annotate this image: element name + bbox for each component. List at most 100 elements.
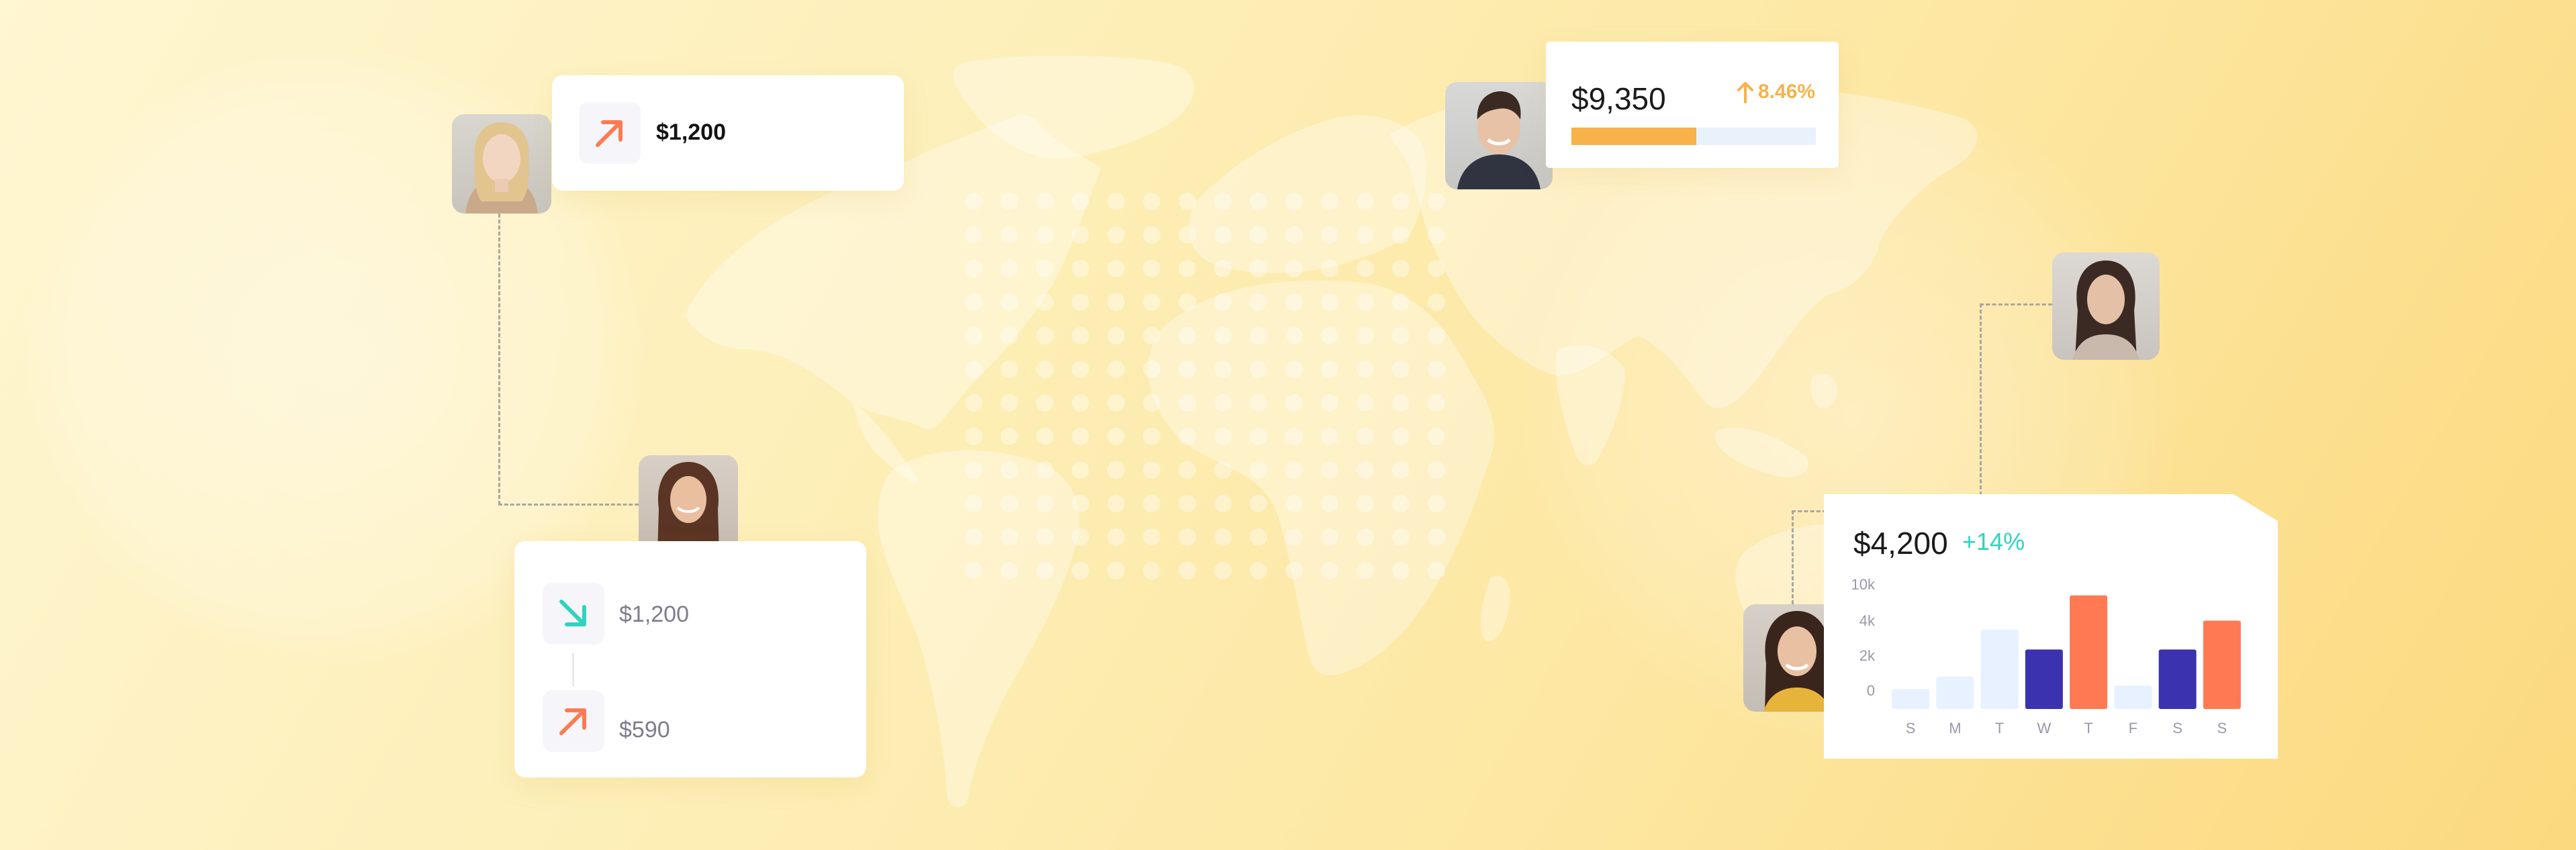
map-dot — [1356, 394, 1374, 412]
map-dot — [1321, 293, 1338, 311]
map-dot — [1107, 293, 1125, 311]
map-dot — [1001, 394, 1018, 412]
map-dot — [1001, 193, 1018, 210]
map-dot — [1107, 495, 1125, 512]
map-dot — [1107, 361, 1125, 378]
x-tick-label: F — [2129, 720, 2137, 737]
map-dot — [1356, 461, 1374, 479]
avatar-woman-blonde — [452, 114, 551, 214]
map-dot — [1143, 293, 1160, 311]
map-dot — [1250, 327, 1267, 344]
map-dot — [1072, 461, 1089, 479]
map-dot — [1250, 193, 1267, 210]
card-transaction-top-left[interactable]: $1,200 — [552, 75, 904, 191]
map-dot — [1036, 193, 1054, 210]
map-dot — [1428, 428, 1445, 445]
y-tick-label: 4k — [1859, 612, 1876, 629]
map-dot — [1321, 327, 1338, 344]
map-dot — [1072, 394, 1089, 412]
map-dot — [1036, 327, 1054, 344]
map-dot — [1356, 193, 1374, 210]
map-dot — [1036, 461, 1054, 479]
map-dot — [1392, 461, 1410, 479]
map-dot — [1072, 226, 1089, 244]
map-dot — [1001, 562, 1018, 579]
map-dot — [1321, 361, 1338, 378]
map-dot — [1179, 562, 1196, 579]
map-dot — [1107, 260, 1125, 277]
person-portrait-icon — [657, 462, 719, 555]
map-dot — [1143, 394, 1160, 412]
x-tick-label: T — [2084, 720, 2092, 737]
map-dot — [1285, 327, 1303, 344]
map-dot — [965, 327, 982, 344]
hero-illustration: $1,200 $1,200 $590 $9,350 8.46% $4,200 +… — [0, 0, 2576, 850]
map-dot — [1214, 428, 1232, 445]
map-dot — [1392, 495, 1410, 512]
map-dot — [1179, 361, 1196, 378]
arrow-up-icon — [1737, 82, 1753, 103]
map-dot — [1179, 193, 1196, 210]
chart-bar — [1892, 689, 1930, 709]
map-dot — [1321, 461, 1338, 479]
map-dot — [1072, 428, 1089, 445]
map-dot — [1214, 528, 1232, 546]
amount-text: $1,200 — [656, 120, 726, 145]
map-dot — [1072, 562, 1089, 579]
map-dot — [1107, 226, 1125, 244]
connector-line-right-vertical — [1980, 303, 1982, 495]
map-dot — [1250, 226, 1267, 244]
map-dot — [1214, 226, 1232, 244]
map-dot — [1107, 428, 1125, 445]
map-dot — [1356, 528, 1374, 546]
chart-bar — [2025, 649, 2063, 709]
map-dot — [1250, 394, 1267, 412]
map-dot — [1001, 226, 1018, 244]
map-dot — [1428, 260, 1445, 277]
map-dot — [1321, 528, 1338, 546]
card-transactions-bottom-left[interactable]: $1,200 $590 — [514, 541, 866, 777]
map-dot — [1072, 361, 1089, 378]
map-dot — [1179, 528, 1196, 546]
map-dot — [1179, 461, 1196, 479]
map-dot — [1143, 428, 1160, 445]
map-dot — [1179, 495, 1196, 512]
card-balance-top-right[interactable]: $9,350 8.46% — [1546, 42, 1839, 168]
map-dot — [965, 528, 982, 546]
arrow-up-right-icon — [543, 690, 604, 752]
card-weekly-chart[interactable]: $4,200 +14% 10k 4k 2k 0 S M T W T F S S — [1824, 494, 2278, 759]
map-dot — [1001, 461, 1018, 479]
map-dot — [1214, 260, 1232, 277]
map-dot — [1214, 495, 1232, 512]
map-dot — [1392, 327, 1410, 344]
map-dot — [1179, 260, 1196, 277]
map-dot — [1428, 562, 1445, 579]
map-dot — [965, 428, 982, 445]
map-dot — [1428, 461, 1445, 479]
map-dot — [1001, 293, 1018, 311]
map-dot — [1036, 394, 1054, 412]
map-dot — [1250, 293, 1267, 311]
map-dot — [1285, 394, 1303, 412]
map-dot — [1072, 193, 1089, 210]
change-indicator: 8.46% — [1737, 81, 1815, 103]
map-dot — [965, 293, 982, 311]
map-dot — [1214, 461, 1232, 479]
map-dot — [1143, 495, 1160, 512]
map-dot — [1428, 293, 1445, 311]
map-dot — [1250, 260, 1267, 277]
map-dot — [1250, 428, 1267, 445]
map-dot — [1428, 361, 1445, 378]
map-dot — [1356, 260, 1374, 277]
map-dot — [1214, 361, 1232, 378]
map-dot — [965, 260, 982, 277]
map-dot — [1356, 562, 1374, 579]
map-dot — [1036, 495, 1054, 512]
map-dot — [1143, 260, 1160, 277]
map-dot — [1356, 226, 1374, 244]
map-dot — [1036, 428, 1054, 445]
avatar-man-smiling — [1445, 82, 1553, 189]
map-dot — [1107, 461, 1125, 479]
map-dot — [965, 495, 982, 512]
chart-bar — [2203, 620, 2241, 709]
